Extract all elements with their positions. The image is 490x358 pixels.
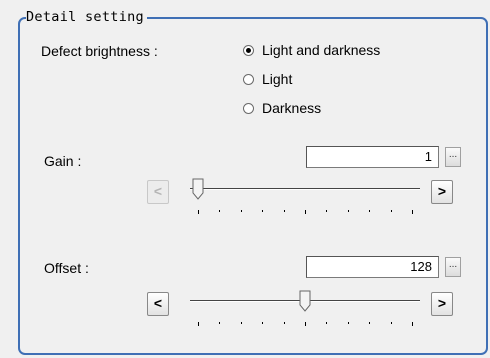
slider-tick: [305, 210, 306, 214]
offset-decrease-button[interactable]: <: [147, 292, 169, 316]
radio-unchecked-icon: [243, 102, 254, 114]
gain-value-field[interactable]: 1: [306, 146, 439, 168]
slider-tick: [219, 322, 220, 324]
slider-tick: [412, 210, 413, 214]
radio-light-and-darkness[interactable]: Light and darkness: [243, 42, 380, 58]
slider-tick: [284, 322, 285, 324]
gain-slider-track[interactable]: [190, 188, 420, 190]
slider-tick: [262, 322, 263, 324]
offset-label: Offset :: [44, 260, 89, 276]
slider-tick: [198, 322, 199, 326]
radio-darkness[interactable]: Darkness: [243, 100, 321, 116]
gain-increase-button[interactable]: >: [431, 180, 453, 204]
offset-slider-thumb[interactable]: [299, 290, 311, 312]
slider-tick: [369, 210, 370, 212]
offset-increase-button[interactable]: >: [431, 292, 453, 316]
offset-value-field[interactable]: 128: [306, 256, 439, 278]
slider-tick: [391, 322, 392, 324]
group-title: Detail setting: [26, 9, 147, 25]
slider-tick: [326, 210, 327, 212]
gain-decrease-button[interactable]: <: [147, 180, 169, 204]
slider-tick: [219, 210, 220, 212]
gain-label: Gain :: [44, 153, 82, 169]
defect-brightness-label: Defect brightness :: [41, 43, 158, 59]
offset-ellipsis-button[interactable]: ...: [445, 257, 461, 277]
slider-tick: [198, 210, 199, 214]
slider-tick: [369, 322, 370, 324]
detail-setting-group: [18, 17, 488, 355]
slider-tick: [348, 210, 349, 212]
slider-tick: [241, 210, 242, 212]
radio-light[interactable]: Light: [243, 71, 292, 87]
slider-tick: [241, 322, 242, 324]
slider-tick: [391, 210, 392, 212]
slider-tick: [262, 210, 263, 212]
slider-tick: [326, 322, 327, 324]
slider-tick: [305, 322, 306, 326]
radio-checked-icon: [243, 44, 254, 56]
slider-tick: [412, 322, 413, 326]
radio-label: Light and darkness: [262, 42, 381, 58]
radio-label: Light: [262, 71, 293, 87]
radio-label: Darkness: [262, 100, 322, 116]
slider-tick: [348, 322, 349, 324]
gain-ellipsis-button[interactable]: ...: [445, 147, 461, 167]
radio-unchecked-icon: [243, 73, 254, 85]
gain-slider-thumb[interactable]: [192, 178, 204, 200]
slider-tick: [284, 210, 285, 212]
